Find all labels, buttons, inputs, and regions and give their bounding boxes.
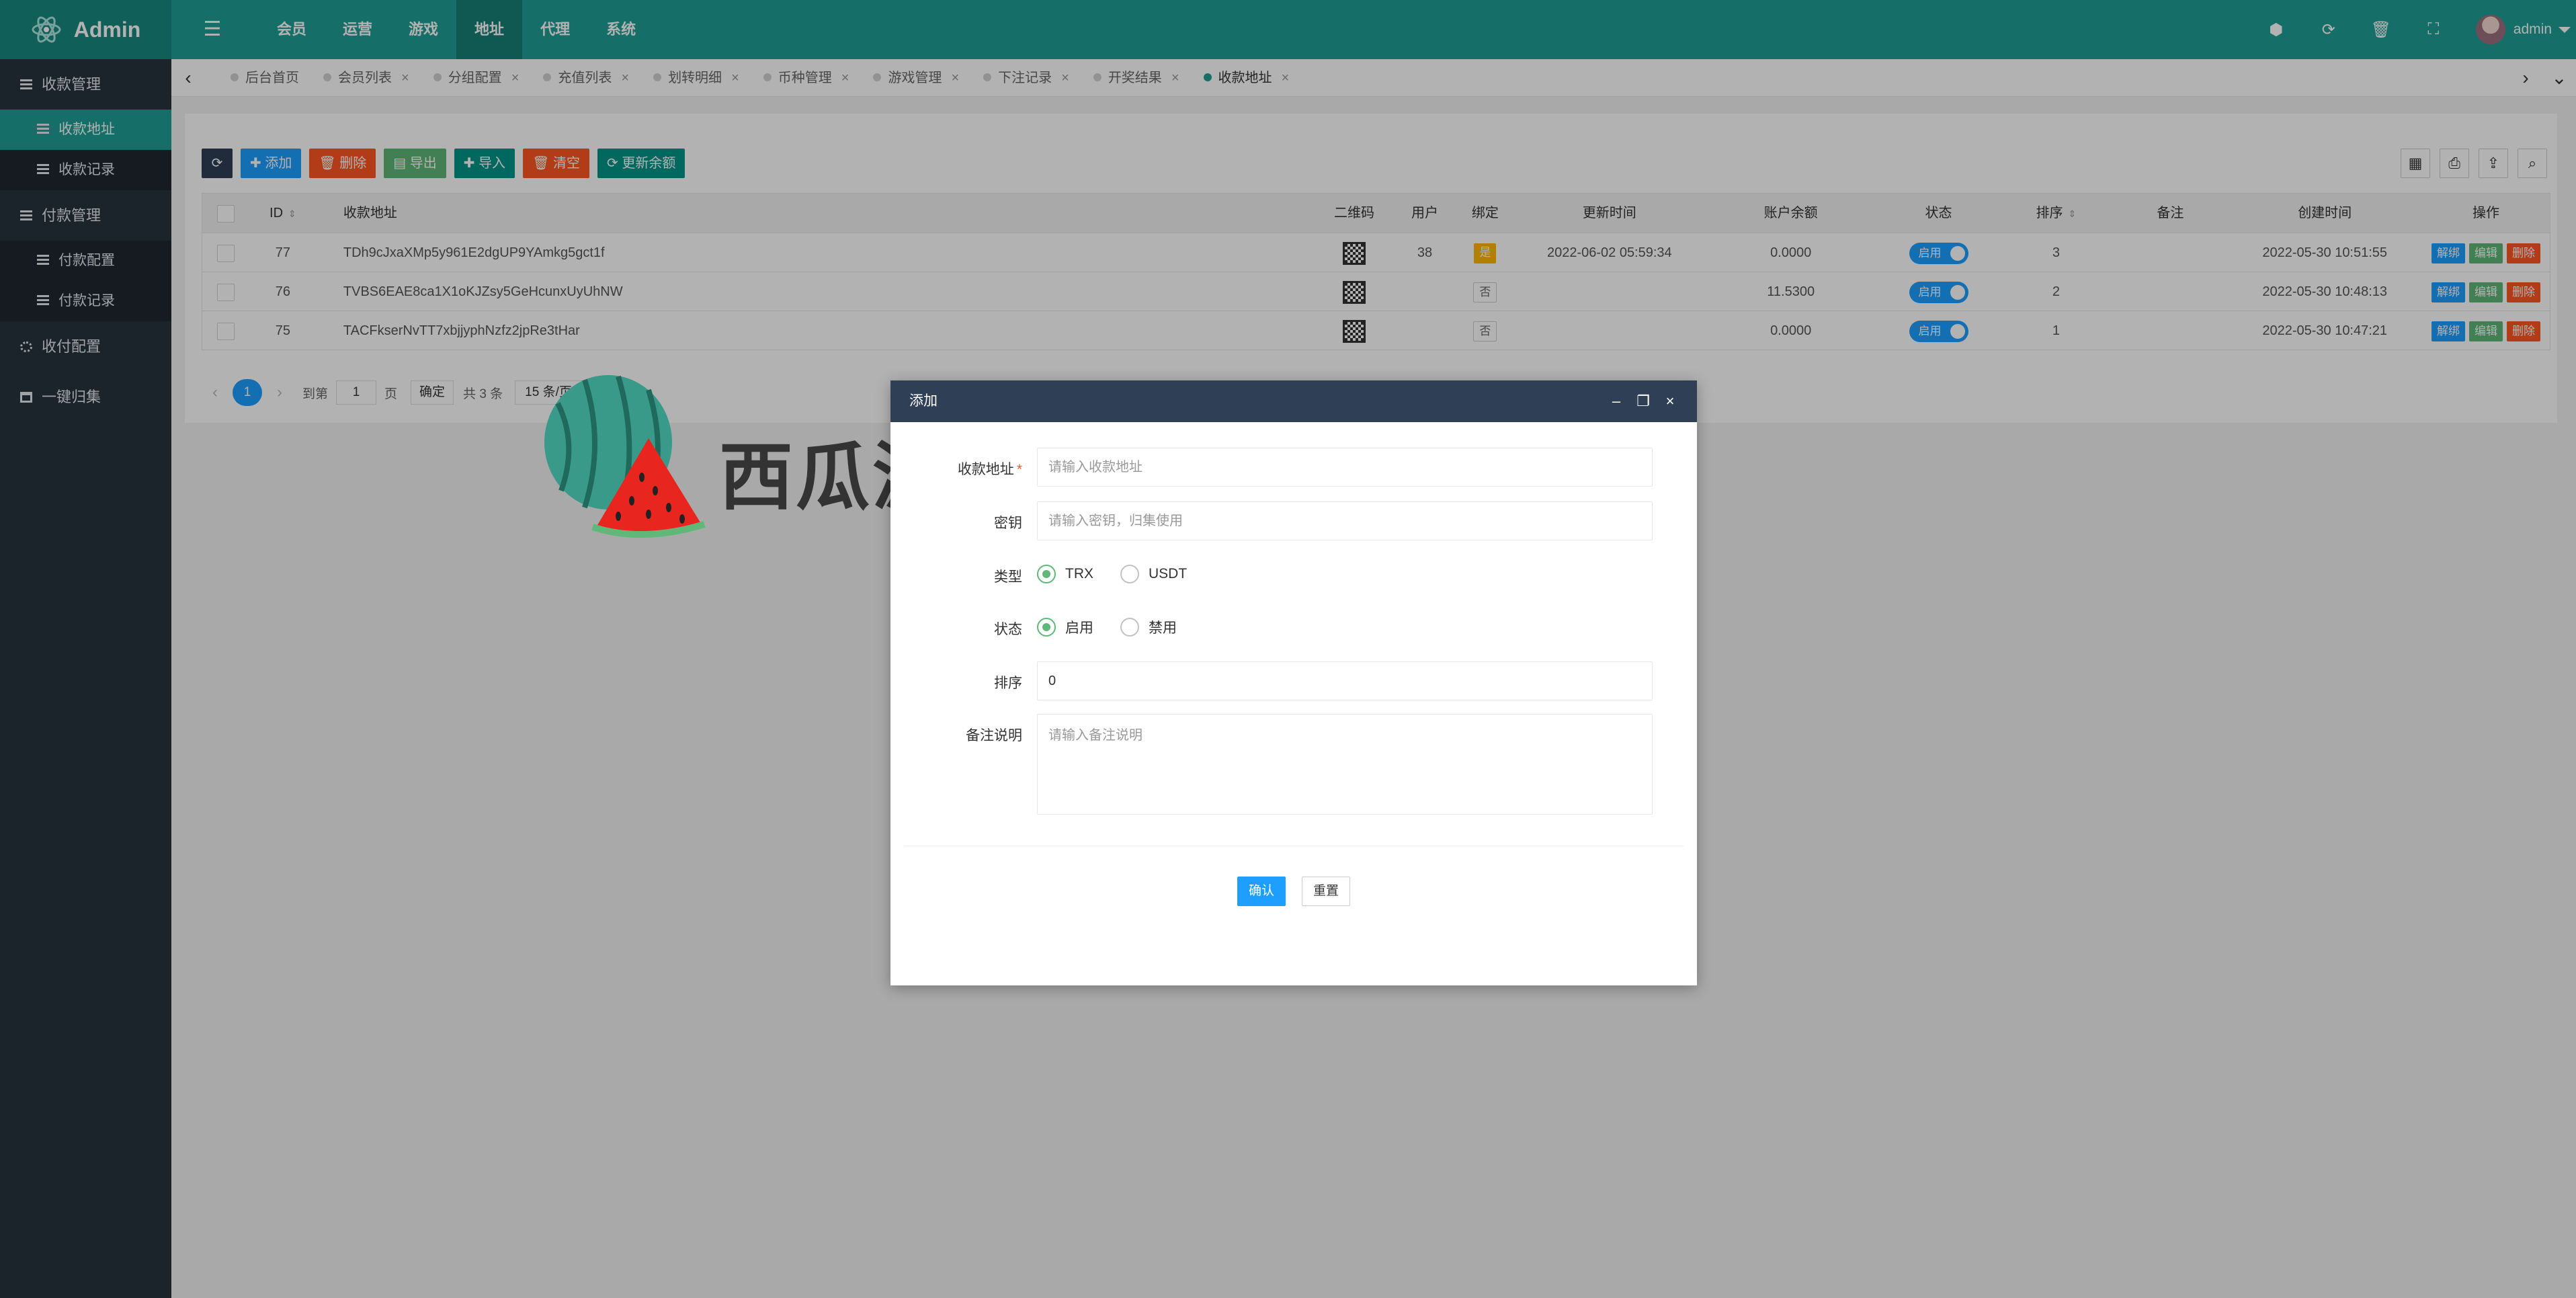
status-radio-group: 启用 禁用 — [1037, 617, 1204, 637]
watermelon-logo-icon — [544, 375, 706, 538]
dialog-actions: 确认 重置 — [890, 877, 1697, 906]
sort-input[interactable]: 0 — [1037, 661, 1653, 700]
dialog-controls: – ❐ × — [1603, 380, 1684, 422]
note-label: 备注说明 — [966, 728, 1022, 743]
note-textarea[interactable]: 请输入备注说明 — [1037, 714, 1653, 815]
maximize-icon[interactable]: ❐ — [1630, 380, 1657, 422]
confirm-button[interactable]: 确认 — [1237, 877, 1286, 906]
radio-enable[interactable]: 启用 — [1037, 617, 1093, 637]
radio-disable[interactable]: 禁用 — [1120, 617, 1177, 637]
dialog-header: 添加 – ❐ × — [890, 380, 1697, 422]
secret-input[interactable]: 请输入密钥，归集使用 — [1037, 501, 1653, 540]
type-label: 类型 — [994, 569, 1022, 585]
dialog-title: 添加 — [909, 393, 938, 409]
radio-trx[interactable]: TRX — [1037, 565, 1093, 583]
minimize-icon[interactable]: – — [1603, 380, 1630, 422]
radio-usdt[interactable]: USDT — [1120, 565, 1187, 583]
status-label: 状态 — [994, 622, 1022, 637]
address-label: 收款地址 * — [957, 462, 1022, 477]
required-mark: * — [1016, 462, 1022, 477]
add-dialog: 添加 – ❐ × 收款地址 * 请输入收款地址 密钥 请输入密钥，归集使用 类型 … — [890, 380, 1697, 985]
secret-label: 密钥 — [994, 516, 1022, 531]
reset-button[interactable]: 重置 — [1302, 877, 1351, 906]
type-radio-group: TRX USDT — [1037, 565, 1214, 583]
sort-label: 排序 — [994, 676, 1022, 691]
close-icon[interactable]: × — [1657, 380, 1684, 422]
address-input[interactable]: 请输入收款地址 — [1037, 448, 1653, 487]
